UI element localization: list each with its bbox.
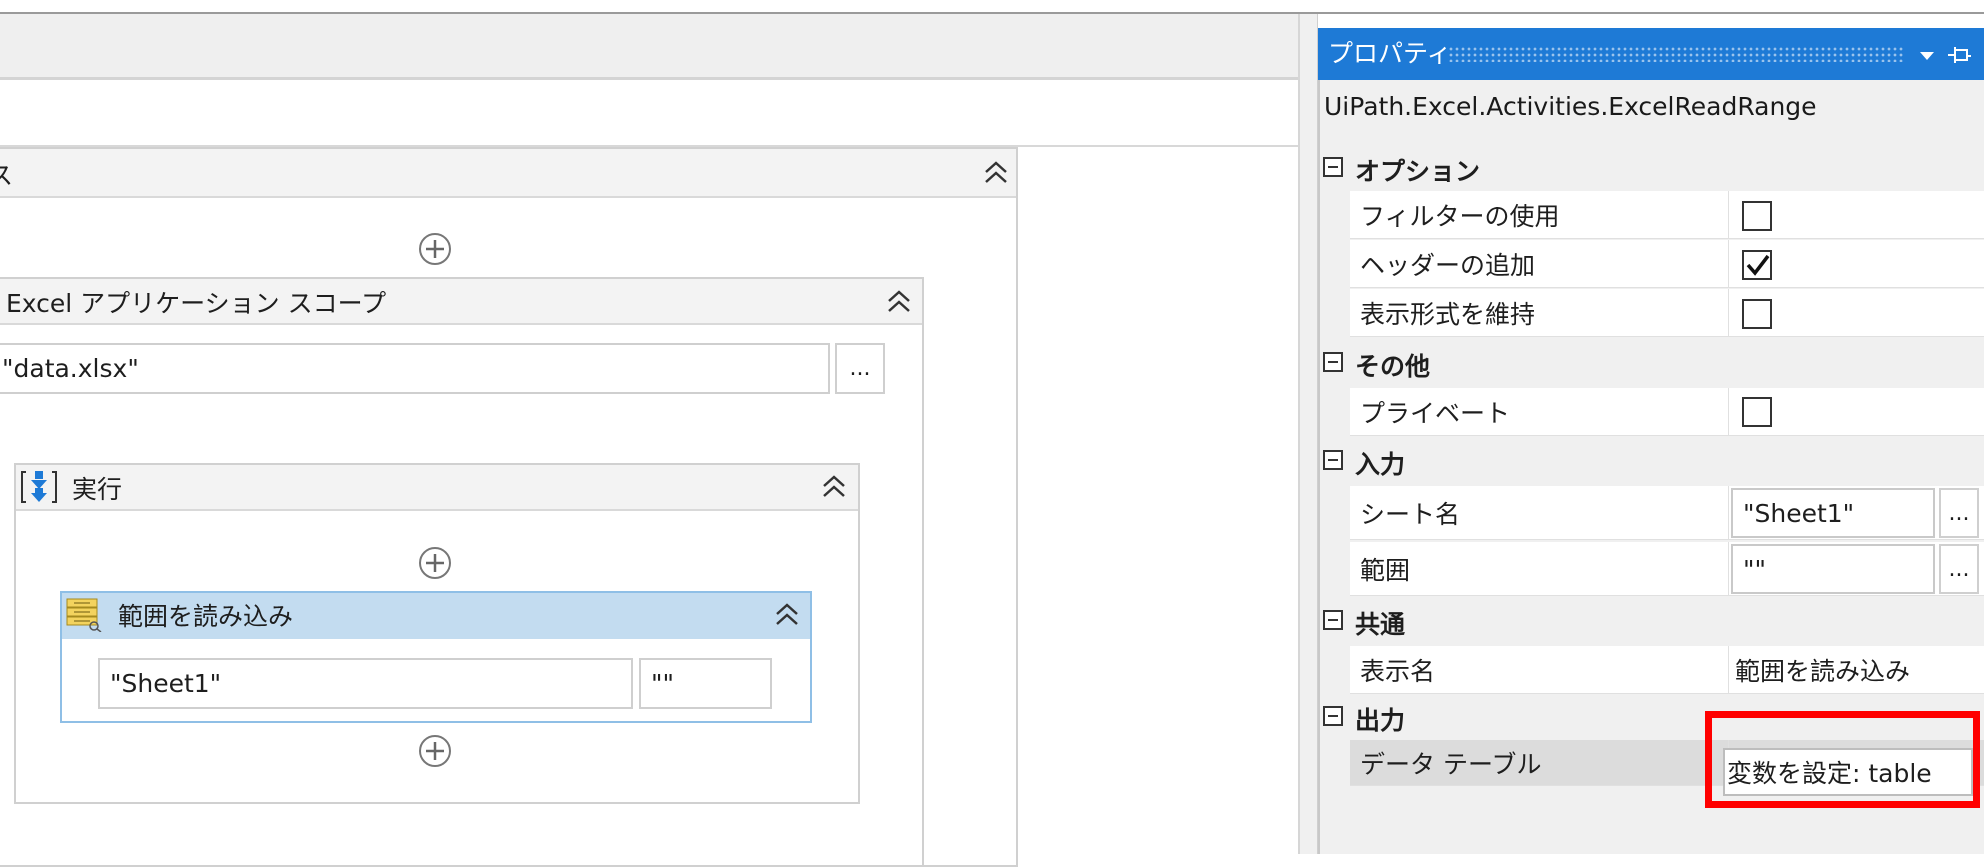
add-activity-icon[interactable] xyxy=(418,232,452,266)
category-misc-label: その他 xyxy=(1355,352,1431,381)
read-range-icon xyxy=(66,598,102,632)
dropdown-arrow-icon[interactable] xyxy=(1917,46,1937,64)
add-activity-icon[interactable] xyxy=(418,546,452,580)
workbook-path-browse-button[interactable]: ... xyxy=(835,343,885,394)
preserve-format-checkbox[interactable] xyxy=(1742,299,1772,329)
sheet-name-browse-button[interactable]: ... xyxy=(1939,488,1979,538)
property-name[interactable]: 表示名 xyxy=(1350,646,1728,694)
checkmark-icon xyxy=(1746,254,1770,276)
property-name[interactable]: プライベート xyxy=(1350,388,1728,436)
top-border xyxy=(0,0,1984,14)
sheet-name-field[interactable]: "Sheet1" xyxy=(98,658,633,709)
range-input[interactable]: "" xyxy=(1731,544,1935,594)
workbook-path-field[interactable]: "data.xlsx" xyxy=(0,343,830,394)
panel-splitter[interactable] xyxy=(1298,14,1318,854)
property-name[interactable]: ヘッダーの追加 xyxy=(1350,240,1728,288)
range-browse-button[interactable]: ... xyxy=(1939,544,1979,594)
collapse-icon[interactable] xyxy=(885,287,913,315)
outer-scope-title: ス xyxy=(0,161,14,190)
pin-icon[interactable] xyxy=(1946,44,1972,66)
category-input[interactable] xyxy=(1320,438,1984,484)
titlebar-grip xyxy=(1448,46,1904,62)
outer-scope-header[interactable] xyxy=(0,149,1016,198)
property-name[interactable]: シート名 xyxy=(1350,486,1728,540)
display-name-value[interactable]: 範囲を読み込み xyxy=(1735,652,1910,688)
range-field[interactable]: "" xyxy=(639,658,772,709)
property-name[interactable]: 表示形式を維持 xyxy=(1350,289,1728,337)
use-filter-checkbox[interactable] xyxy=(1742,201,1772,231)
collapse-category-icon[interactable] xyxy=(1323,450,1343,470)
property-name[interactable]: データ テーブル xyxy=(1350,740,1728,786)
do-sequence-header[interactable] xyxy=(16,465,858,511)
excel-scope-title: Excel アプリケーション スコープ xyxy=(6,289,387,318)
activity-type-name: UiPath.Excel.Activities.ExcelReadRange xyxy=(1324,92,1817,121)
property-name[interactable]: フィルターの使用 xyxy=(1350,191,1728,239)
collapse-category-icon[interactable] xyxy=(1323,157,1343,177)
data-table-input[interactable]: 変数を設定: table xyxy=(1723,748,1973,796)
category-common[interactable] xyxy=(1320,598,1984,644)
properties-title: プロパティ xyxy=(1328,39,1452,68)
collapse-icon[interactable] xyxy=(982,158,1010,186)
collapse-icon[interactable] xyxy=(820,472,848,500)
collapse-icon[interactable] xyxy=(773,600,801,628)
designer-breadcrumb-bar xyxy=(0,83,1298,147)
private-checkbox[interactable] xyxy=(1742,397,1772,427)
collapse-category-icon[interactable] xyxy=(1323,610,1343,630)
sheet-name-input[interactable]: "Sheet1" xyxy=(1731,488,1935,538)
category-options-label: オプション xyxy=(1355,157,1481,186)
sequence-icon xyxy=(21,471,57,503)
read-range-title: 範囲を読み込み xyxy=(118,602,294,631)
property-name[interactable]: 範囲 xyxy=(1350,542,1728,596)
add-activity-icon[interactable] xyxy=(418,734,452,768)
collapse-category-icon[interactable] xyxy=(1323,706,1343,726)
category-common-label: 共通 xyxy=(1355,610,1406,639)
category-output-label: 出力 xyxy=(1355,706,1406,735)
do-sequence-title: 実行 xyxy=(72,475,123,504)
designer-header xyxy=(0,14,1298,80)
category-input-label: 入力 xyxy=(1355,450,1406,479)
collapse-category-icon[interactable] xyxy=(1323,352,1343,372)
